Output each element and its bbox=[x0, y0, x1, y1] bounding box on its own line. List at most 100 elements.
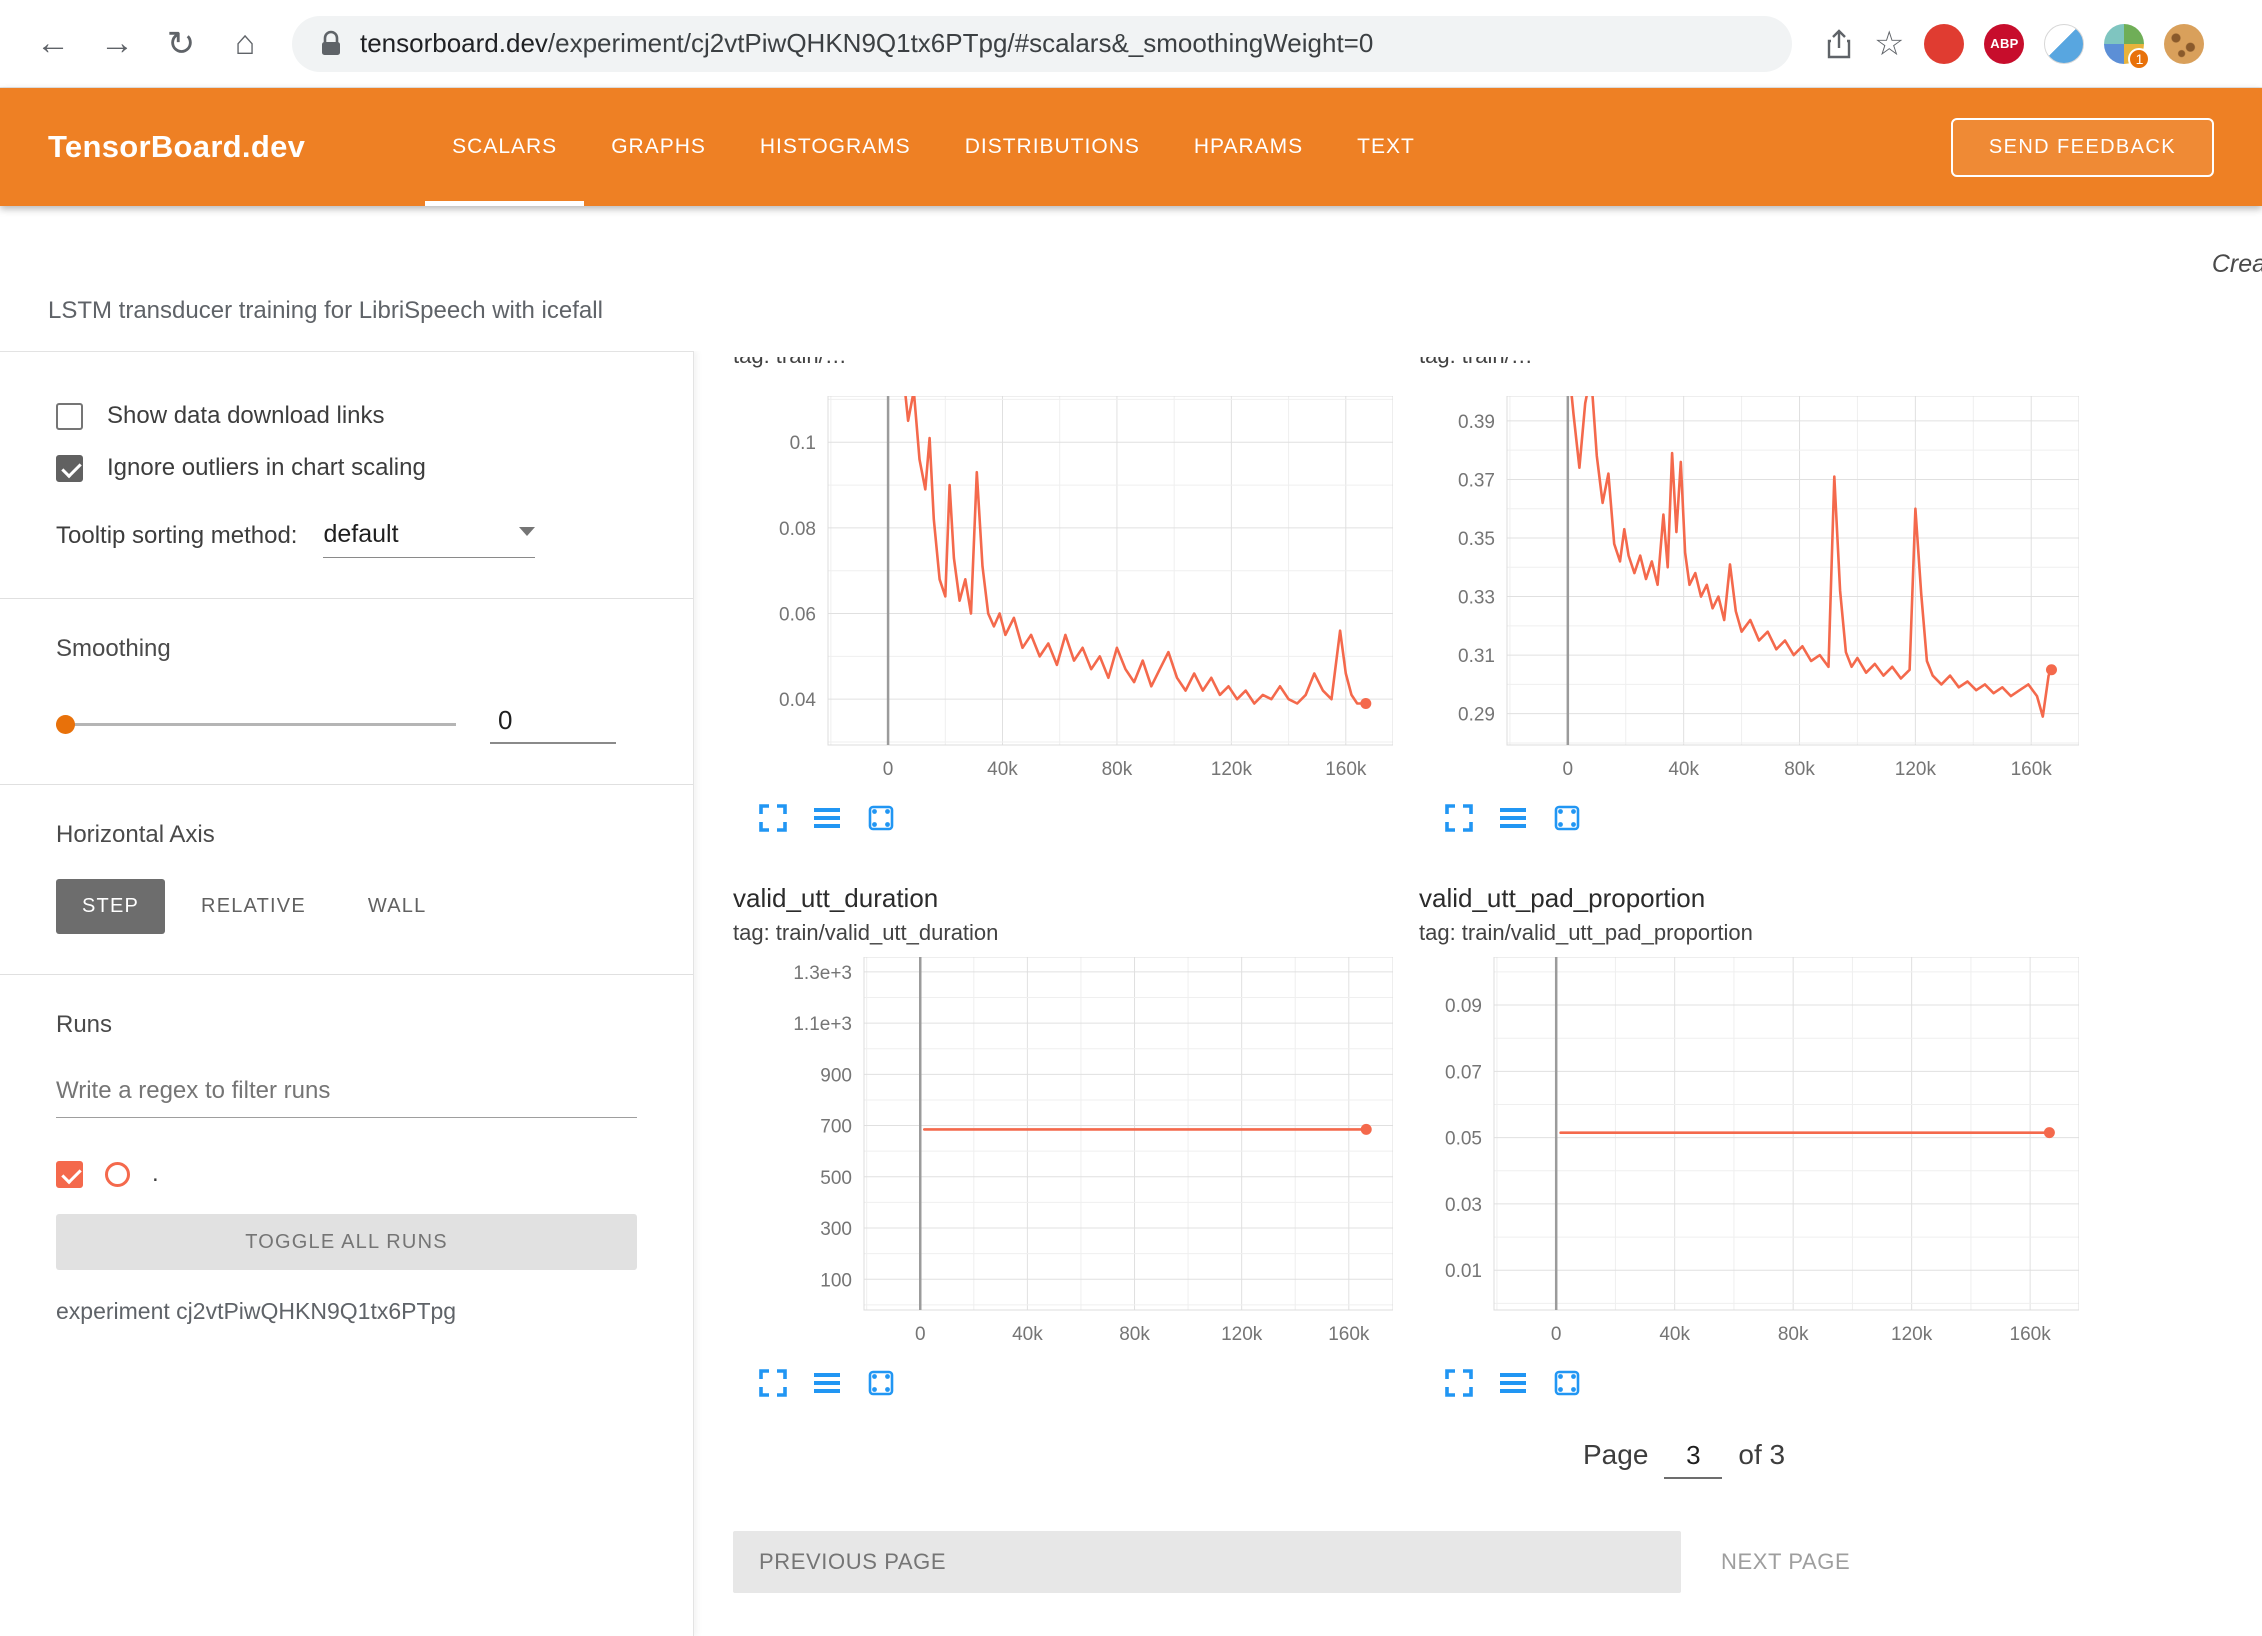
smoothing-slider[interactable] bbox=[56, 714, 456, 734]
y-tick-label: 0.06 bbox=[779, 605, 816, 626]
experiment-id: experiment cj2vtPiwQHKN9Q1tx6PTpg bbox=[56, 1298, 637, 1325]
x-tick-label: 0 bbox=[915, 1324, 926, 1345]
axis-relative-button[interactable]: RELATIVE bbox=[175, 879, 332, 934]
tooltip-sorting-dropdown[interactable]: default bbox=[323, 520, 535, 558]
x-tick-label: 40k bbox=[1659, 1324, 1690, 1345]
runs-filter-input[interactable] bbox=[56, 1073, 637, 1118]
chart-svg: 040k80k120k160k0.010.030.050.070.09 bbox=[1419, 957, 2079, 1352]
chart-tag: tag: train/… bbox=[1419, 357, 2079, 369]
profile-avatar[interactable]: 1 bbox=[2104, 24, 2144, 64]
run-table-icon[interactable] bbox=[1497, 1366, 1531, 1400]
home-icon[interactable]: ⌂ bbox=[218, 17, 272, 71]
series-line bbox=[1568, 396, 2052, 717]
chart-card-clipped-1: tag: train/… 040k80k120k160k0.040.060.08… bbox=[733, 357, 1393, 835]
chart-plot[interactable]: 040k80k120k160k0.290.310.330.350.370.39 bbox=[1419, 396, 2079, 787]
run-row[interactable]: . bbox=[56, 1160, 637, 1188]
ignore-outliers-row[interactable]: Ignore outliers in chart scaling bbox=[56, 454, 637, 482]
divider bbox=[0, 598, 693, 599]
x-tick-label: 80k bbox=[1119, 1324, 1150, 1345]
cookie-extension-icon[interactable] bbox=[2164, 24, 2204, 64]
x-tick-label: 160k bbox=[2011, 759, 2053, 780]
expand-card-icon[interactable] bbox=[757, 1366, 791, 1400]
slider-thumb[interactable] bbox=[56, 715, 75, 734]
app-logo[interactable]: TensorBoard.dev bbox=[48, 129, 305, 165]
fit-domain-icon[interactable] bbox=[865, 801, 899, 835]
pagination: Page of 3 bbox=[1583, 1438, 2262, 1479]
forward-icon[interactable]: → bbox=[90, 17, 144, 71]
fit-domain-icon[interactable] bbox=[865, 1366, 899, 1400]
pager-buttons: PREVIOUS PAGE NEXT PAGE bbox=[733, 1531, 2262, 1593]
series-end-dot bbox=[1360, 698, 1371, 709]
chart-actions bbox=[733, 1366, 1393, 1400]
y-tick-label: 900 bbox=[820, 1065, 852, 1086]
toggle-all-runs-button[interactable]: TOGGLE ALL RUNS bbox=[56, 1214, 637, 1270]
axis-step-button[interactable]: STEP bbox=[56, 879, 165, 934]
previous-page-button[interactable]: PREVIOUS PAGE bbox=[733, 1531, 1681, 1593]
chart-actions bbox=[1419, 1366, 2079, 1400]
run-table-icon[interactable] bbox=[811, 801, 845, 835]
horizontal-axis-buttons: STEP RELATIVE WALL bbox=[56, 879, 637, 934]
tab-scalars[interactable]: SCALARS bbox=[425, 88, 584, 206]
run-checkbox[interactable] bbox=[56, 1161, 83, 1188]
ignore-outliers-label: Ignore outliers in chart scaling bbox=[107, 454, 426, 482]
chart-plot[interactable]: 040k80k120k160k0.010.030.050.070.09 bbox=[1419, 957, 2079, 1352]
abp-extension-icon[interactable]: ABP bbox=[1984, 24, 2024, 64]
settings-sidebar: Show data download links Ignore outliers… bbox=[0, 351, 694, 1636]
page-number-input[interactable] bbox=[1664, 1438, 1722, 1479]
y-tick-label: 0.09 bbox=[1445, 996, 1482, 1017]
reload-icon[interactable]: ↻ bbox=[154, 17, 208, 71]
tab-graphs[interactable]: GRAPHS bbox=[584, 88, 733, 206]
back-icon[interactable]: ← bbox=[26, 17, 80, 71]
subheader: Crea LSTM transducer training for LibriS… bbox=[0, 206, 2262, 351]
expand-card-icon[interactable] bbox=[757, 801, 791, 835]
tab-distributions[interactable]: DISTRIBUTIONS bbox=[938, 88, 1167, 206]
chart-tag: tag: train/valid_utt_pad_proportion bbox=[1419, 919, 2079, 947]
address-bar[interactable]: tensorboard.dev/experiment/cj2vtPiwQHKN9… bbox=[292, 16, 1792, 72]
y-tick-label: 0.33 bbox=[1458, 588, 1495, 609]
y-tick-label: 300 bbox=[820, 1219, 852, 1240]
chart-title: valid_utt_pad_proportion bbox=[1419, 881, 2079, 915]
tab-hparams[interactable]: HPARAMS bbox=[1167, 88, 1330, 206]
run-table-icon[interactable] bbox=[811, 1366, 845, 1400]
fit-domain-icon[interactable] bbox=[1551, 801, 1585, 835]
show-download-links-checkbox[interactable] bbox=[56, 403, 83, 430]
show-download-links-label: Show data download links bbox=[107, 402, 385, 430]
chart-actions bbox=[1419, 801, 2079, 835]
smoothing-value-input[interactable] bbox=[490, 703, 616, 744]
chart-card-valid-utt-duration: valid_utt_duration tag: train/valid_utt_… bbox=[733, 881, 1393, 1400]
runs-label: Runs bbox=[56, 1011, 637, 1039]
chevron-down-icon bbox=[519, 527, 535, 536]
y-tick-label: 0.39 bbox=[1458, 412, 1495, 433]
y-tick-label: 0.04 bbox=[779, 690, 816, 711]
share-icon[interactable] bbox=[1824, 28, 1854, 60]
x-tick-label: 0 bbox=[883, 759, 894, 780]
experiment-title: LSTM transducer training for LibriSpeech… bbox=[48, 297, 603, 325]
scalars-main: tag: train/… 040k80k120k160k0.040.060.08… bbox=[694, 351, 2262, 1636]
y-tick-label: 0.31 bbox=[1458, 646, 1495, 667]
chart-actions bbox=[733, 801, 1393, 835]
axis-wall-button[interactable]: WALL bbox=[342, 879, 453, 934]
y-tick-label: 500 bbox=[820, 1168, 852, 1189]
show-download-links-row[interactable]: Show data download links bbox=[56, 402, 637, 430]
chart-plot[interactable]: 040k80k120k160k1003005007009001.1e+31.3e… bbox=[733, 957, 1393, 1352]
expand-card-icon[interactable] bbox=[1443, 1366, 1477, 1400]
send-feedback-button[interactable]: SEND FEEDBACK bbox=[1951, 118, 2214, 177]
x-tick-label: 160k bbox=[1328, 1324, 1370, 1345]
nav-tabs: SCALARS GRAPHS HISTOGRAMS DISTRIBUTIONS … bbox=[425, 88, 1442, 206]
fit-domain-icon[interactable] bbox=[1551, 1366, 1585, 1400]
y-tick-label: 0.35 bbox=[1458, 529, 1495, 550]
adblock-extension-icon[interactable] bbox=[1924, 24, 1964, 64]
next-page-button[interactable]: NEXT PAGE bbox=[1721, 1549, 1850, 1575]
chart-plot[interactable]: 040k80k120k160k0.040.060.080.1 bbox=[733, 396, 1393, 787]
run-color-swatch bbox=[105, 1162, 130, 1187]
expand-card-icon[interactable] bbox=[1443, 801, 1477, 835]
bookmark-star-icon[interactable]: ☆ bbox=[1874, 24, 1904, 64]
ignore-outliers-checkbox[interactable] bbox=[56, 455, 83, 482]
extension-icon[interactable] bbox=[2044, 24, 2084, 64]
tab-histograms[interactable]: HISTOGRAMS bbox=[733, 88, 938, 206]
tab-text[interactable]: TEXT bbox=[1330, 88, 1442, 206]
smoothing-row bbox=[56, 703, 637, 744]
page-label: Page bbox=[1583, 1439, 1648, 1471]
run-table-icon[interactable] bbox=[1497, 801, 1531, 835]
url-path: /experiment/cj2vtPiwQHKN9Q1tx6PTpg/#scal… bbox=[548, 28, 1373, 58]
